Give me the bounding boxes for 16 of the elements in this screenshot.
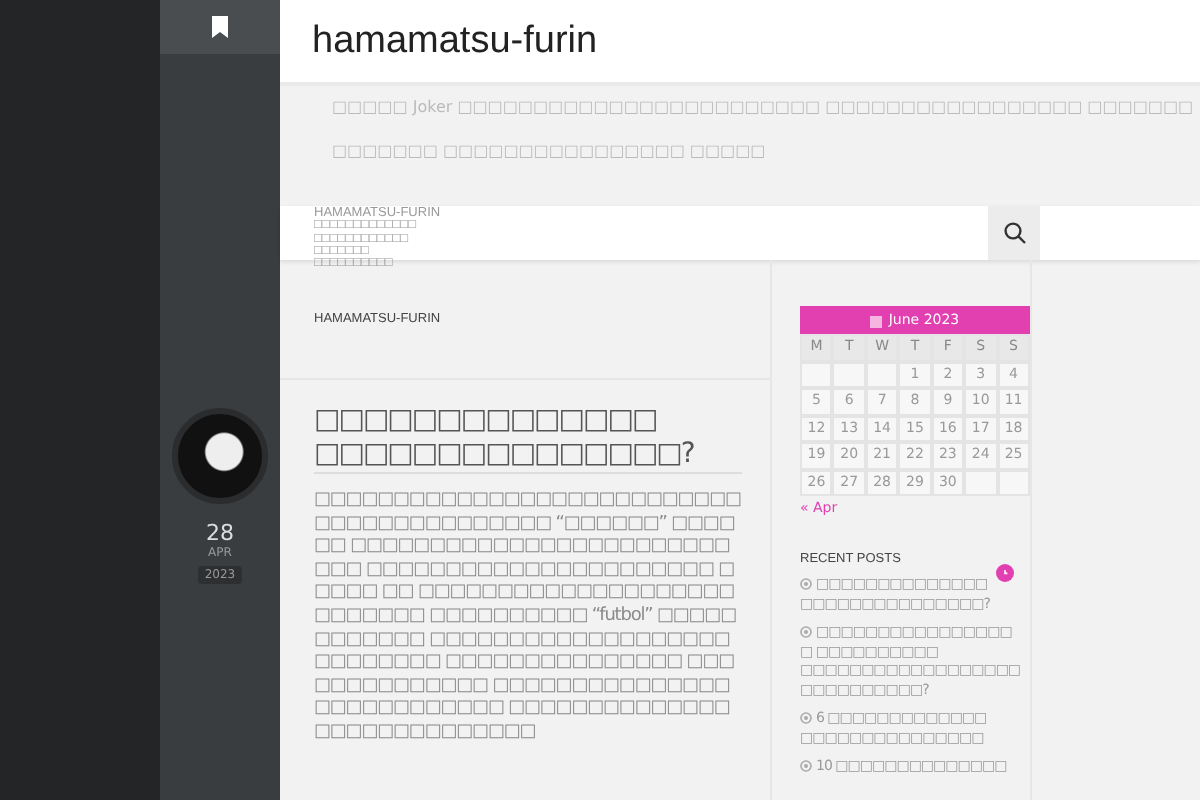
circle-icon: [800, 712, 812, 725]
clock-icon: [996, 564, 1014, 582]
search-icon: [1003, 222, 1025, 244]
site-description: □□□□□□□ □□□□□□□□□□□□□□□□ □□□□□: [332, 140, 768, 164]
search-button[interactable]: [988, 206, 1040, 260]
circle-icon: [800, 578, 812, 591]
calendar-icon: [870, 313, 883, 327]
site-title: hamamatsu-furin: [312, 19, 598, 63]
post-excerpt: □□□□□□□□□□□□□□□□□□□□□□□□□□□ □□□□□□□□□□□□□□□ “□□□□□□” □□□□□□ □□□□□□□□□□□□□□□□□□□□□□□□□□□ □□□□□□□□□□□□□□□□□□□□□□ □□□□□ □□ □□□□□□□□□□□□□□□□□□□□□□□□□□□ □□□□□□□□□□ “futbol” □□□□□□□□□□□□ □□□□□□□□□□□□□□□□□□□□□□□□□□□ □□□□□□□□□□□□□□□ □□□□□□□□□□□□□□ □□□□□□□□□□□□□□□□□□□□□□□□□□□ □□□□□□□□□□□□□□□□□□□□□□□□□□□□: [314, 490, 742, 746]
bookmark-icon: [212, 16, 228, 38]
post-day: 28: [206, 520, 234, 546]
post-title[interactable]: □□□□□□□□□□□□□□ □□□□□□□□□□□□□□□?: [314, 404, 742, 474]
avatar-photo-placeholder: [172, 408, 268, 504]
nav-tab[interactable]: [160, 0, 280, 54]
circle-icon: [800, 626, 812, 639]
circle-icon: [800, 760, 812, 773]
